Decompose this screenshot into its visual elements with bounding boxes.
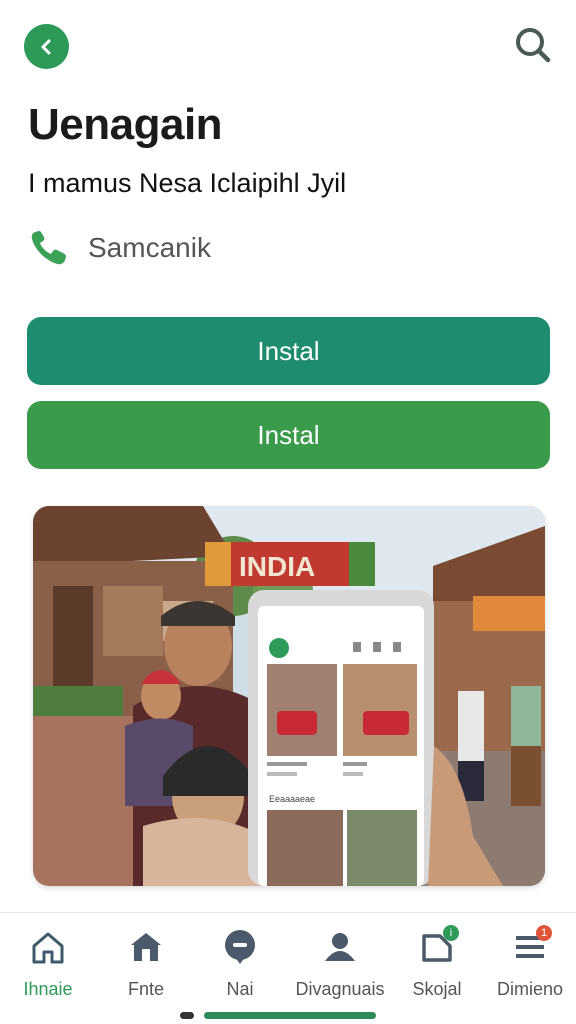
badge: 1 [536,925,552,941]
people-icon [320,927,360,967]
nav-label: Divagnuais [295,979,385,999]
list-icon: 1 [510,925,552,967]
nav-item-2[interactable]: Fnte [98,927,194,1000]
badge: i [443,925,459,941]
contact-row[interactable]: Samcanik [28,228,211,268]
bottom-navigation: Ihnaie Fnte Nai Divagnuais i Skojal 1 Di… [0,912,576,1024]
banner-text: INDIA [239,551,315,582]
app-title: Uenagain [28,100,223,149]
nav-label: Nai [226,979,254,999]
chevron-left-icon [41,39,50,54]
hero-image: INDIA Eeaaaaeae [33,506,545,886]
install-button-primary[interactable]: Instal [27,317,550,385]
search-icon [516,28,551,63]
nav-label: Dimieno [496,979,564,999]
nav-item-5[interactable]: i Skojal [389,925,485,1000]
app-subtitle: I mamus Nesa Iclaipihl Jyil [28,168,347,198]
back-button[interactable] [24,24,69,69]
home-indicator[interactable] [204,1012,376,1019]
search-button[interactable] [510,22,554,66]
nav-label: Ihnaie [23,979,73,999]
nav-item-home[interactable]: Ihnaie [0,927,96,1000]
app-detail-screen: Uenagain I mamus Nesa Iclaipihl Jyil Sam… [0,0,576,1024]
house-filled-icon [126,927,166,967]
phone-section-label: Eeaaaaeae [269,794,315,804]
phone-icon [28,228,72,268]
install-button-secondary[interactable]: Instal [27,401,550,469]
home-outline-icon [28,927,68,967]
home-indicator-dot [180,1012,194,1019]
nav-item-6[interactable]: 1 Dimieno [482,925,576,1000]
tag-icon: i [417,925,459,967]
nav-label: Skojal [412,979,462,999]
nav-item-4[interactable]: Divagnuais [292,927,388,1000]
nav-item-3[interactable]: Nai [192,927,288,1000]
contact-label: Samcanik [88,232,211,263]
chat-bubble-icon [220,927,260,967]
nav-label: Fnte [127,979,165,999]
